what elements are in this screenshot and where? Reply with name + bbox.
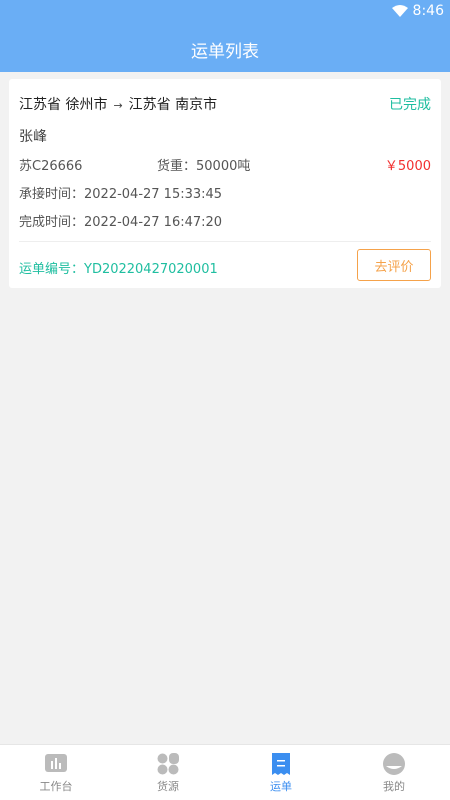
driver-name: 张峰: [19, 129, 47, 145]
route-arrow-icon: →: [113, 99, 123, 112]
cargo-weight: 货重：50000吨: [157, 159, 251, 174]
license-plate: 苏C26666: [19, 159, 83, 174]
route: 江苏省 徐州市 → 江苏省 南京市: [19, 94, 217, 114]
tab-label: 货源: [157, 780, 179, 793]
tab-profile[interactable]: 我的: [338, 745, 450, 800]
tab-label: 工作台: [39, 780, 73, 793]
workbench-icon: [45, 754, 67, 772]
status-time: 8:46: [412, 3, 444, 19]
tab-cargo[interactable]: 货源: [112, 745, 224, 800]
finish-time: 完成时间：2022-04-27 16:47:20: [19, 215, 223, 230]
profile-icon: [383, 753, 405, 775]
order-number: 运单编号：YD20220427020001: [19, 262, 218, 277]
page-title: 运单列表: [191, 42, 259, 62]
header-bar: 8:46 运单列表: [0, 0, 450, 72]
accept-time: 承接时间：2022-04-27 15:33:45: [19, 187, 223, 202]
tab-waybill[interactable]: 运单: [225, 745, 337, 800]
route-to: 江苏省 南京市: [128, 97, 218, 113]
tab-label: 运单: [270, 780, 292, 793]
wifi-icon: [392, 5, 408, 17]
waybill-icon: [272, 753, 290, 775]
waybill-card[interactable]: 江苏省 徐州市 → 江苏省 南京市 已完成 张峰 苏C26666 货重：50000吨…: [9, 79, 441, 288]
route-from: 江苏省 徐州市: [19, 97, 108, 113]
review-button[interactable]: 去评价: [357, 249, 431, 281]
tab-label: 我的: [383, 780, 405, 793]
status-badge: 已完成: [389, 97, 431, 113]
tab-workbench[interactable]: 工作台: [0, 745, 112, 800]
cargo-icon: [157, 753, 179, 775]
bottom-tab-bar: 工作台 货源 运单 我的: [0, 744, 450, 800]
divider: [19, 241, 431, 242]
freight-price: ￥5000: [384, 159, 431, 174]
